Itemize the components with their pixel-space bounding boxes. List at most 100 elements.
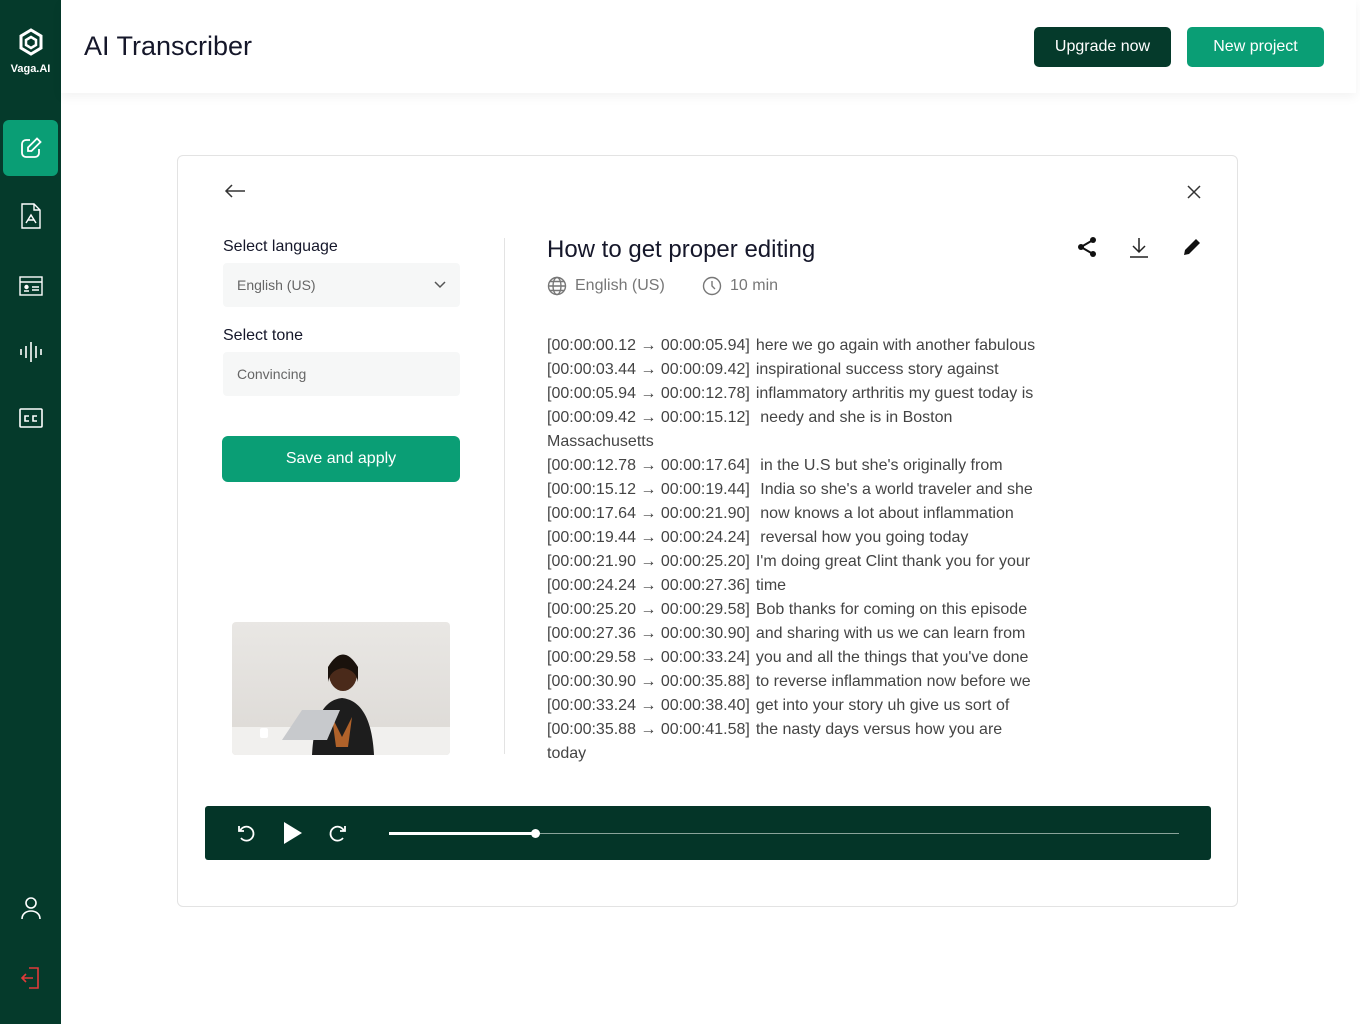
transcript-line: [00:00:35.88 → 00:00:41.58] the nasty day… <box>547 718 1035 742</box>
transcript-line: [00:00:00.12 → 00:00:05.94] here we go ag… <box>547 334 1035 358</box>
line-text: India so she's a world traveler and she <box>755 481 1033 498</box>
timestamp[interactable]: [00:00:27.36 → 00:00:30.90] <box>547 622 750 646</box>
transcript-line: [00:00:29.58 → 00:00:33.24] you and all t… <box>547 646 1035 670</box>
sidebar-item-pdf[interactable] <box>3 188 58 244</box>
transcript-body: [00:00:00.12 → 00:00:05.94] here we go ag… <box>547 334 1035 766</box>
transcript-line: [00:00:15.12 → 00:00:19.44] India so she… <box>547 478 1035 502</box>
waveform-icon <box>19 342 42 362</box>
pencil-icon[interactable] <box>1181 236 1203 258</box>
edit-icon <box>20 137 42 158</box>
sidebar-item-editor[interactable] <box>3 120 58 176</box>
panel-divider <box>504 238 505 754</box>
line-text: inspirational success story against <box>755 361 999 378</box>
user-icon <box>20 897 41 920</box>
transcript-line: [00:00:05.94 → 00:00:12.78] inflammatory … <box>547 382 1035 406</box>
person-with-laptop-image <box>232 654 450 755</box>
rewind-icon[interactable] <box>236 823 256 843</box>
close-icon[interactable] <box>1187 185 1201 199</box>
line-text: now knows a lot about inflammation <box>755 505 1014 522</box>
transcript-line: [00:00:17.64 → 00:00:21.90] now knows a … <box>547 502 1035 526</box>
back-arrow-icon[interactable] <box>224 184 246 198</box>
sidebar-item-captions[interactable] <box>3 390 58 446</box>
timestamp[interactable]: [00:00:12.78 → 00:00:17.64] <box>547 454 750 478</box>
download-icon[interactable] <box>1128 236 1150 258</box>
video-thumbnail[interactable] <box>232 622 450 755</box>
progress-slider[interactable] <box>389 829 1179 838</box>
tone-input-value: Convincing <box>237 366 307 382</box>
transcript-line: [00:00:33.24 → 00:00:38.40] get into your… <box>547 694 1035 718</box>
sidebar-item-id-card[interactable] <box>3 258 58 314</box>
duration-text: 10 min <box>730 277 779 294</box>
line-text: and sharing with us we can learn from <box>755 625 1026 642</box>
timestamp[interactable]: [00:00:25.20 → 00:00:29.58] <box>547 598 750 622</box>
transcript-line: today <box>547 742 1035 766</box>
language-select-value: English (US) <box>237 277 316 293</box>
line-text: time <box>755 577 787 594</box>
transcript-line: Massachusetts <box>547 430 1035 454</box>
language-label: Select language <box>223 238 338 255</box>
timestamp[interactable]: [00:00:29.58 → 00:00:33.24] <box>547 646 750 670</box>
timestamp[interactable]: [00:00:15.12 → 00:00:19.44] <box>547 478 750 502</box>
transcript-language: English (US) <box>547 276 665 296</box>
globe-icon <box>547 276 567 296</box>
timestamp[interactable]: [00:00:19.44 → 00:00:24.24] <box>547 526 750 550</box>
top-header: AI Transcriber Upgrade now New project <box>61 0 1356 93</box>
transcript-line: [00:00:24.24 → 00:00:27.36] time <box>547 574 1035 598</box>
share-icon[interactable] <box>1076 236 1098 258</box>
timestamp[interactable]: [00:00:30.90 → 00:00:35.88] <box>547 670 750 694</box>
timestamp[interactable]: [00:00:33.24 → 00:00:38.40] <box>547 694 750 718</box>
sidebar: Vaga.AI <box>0 0 61 1024</box>
page-title: AI Transcriber <box>84 31 253 61</box>
line-text: to reverse inflammation now before we <box>755 673 1031 690</box>
sidebar-item-profile[interactable] <box>3 880 58 936</box>
brand-logo[interactable]: Vaga.AI <box>0 28 61 75</box>
transcript-line: [00:00:25.20 → 00:00:29.58] Bob thanks fo… <box>547 598 1035 622</box>
line-text: reversal how you going today <box>755 529 969 546</box>
line-text: I'm doing great Clint thank you for your <box>755 553 1031 570</box>
timestamp[interactable]: [00:00:09.42 → 00:00:15.12] <box>547 406 750 430</box>
timestamp[interactable]: [00:00:24.24 → 00:00:27.36] <box>547 574 750 598</box>
transcript-duration: 10 min <box>702 276 778 296</box>
sidebar-item-audio[interactable] <box>3 324 58 380</box>
sidebar-item-logout[interactable] <box>3 950 58 1006</box>
timestamp[interactable]: [00:00:21.90 → 00:00:25.20] <box>547 550 750 574</box>
transcript-card: Select language English (US) Select tone… <box>177 155 1238 907</box>
save-and-apply-button[interactable]: Save and apply <box>222 436 460 482</box>
logout-icon <box>20 967 39 989</box>
timestamp[interactable]: [00:00:03.44 → 00:00:09.42] <box>547 358 750 382</box>
line-text: inflammatory arthritis my guest today is <box>755 385 1034 402</box>
transcript-line: [00:00:27.36 → 00:00:30.90] and sharing w… <box>547 622 1035 646</box>
pdf-icon <box>20 203 41 229</box>
language-text: English (US) <box>575 277 665 294</box>
line-text: Bob thanks for coming on this episode <box>755 601 1028 618</box>
line-text: you and all the things that you've done <box>755 649 1029 666</box>
tone-input[interactable]: Convincing <box>223 352 460 396</box>
closed-caption-icon <box>18 408 43 428</box>
forward-icon[interactable] <box>328 823 348 843</box>
chevron-down-icon <box>434 281 446 289</box>
line-text: here we go again with another fabulous <box>755 337 1036 354</box>
transcript-line: [00:00:09.42 → 00:00:15.12] needy and sh… <box>547 406 1035 430</box>
progress-handle[interactable] <box>531 829 541 838</box>
line-text: get into your story uh give us sort of <box>755 697 1010 714</box>
transcript-title: How to get proper editing <box>547 236 816 263</box>
transcript-line: [00:00:19.44 → 00:00:24.24] reversal how… <box>547 526 1035 550</box>
timestamp[interactable]: [00:00:05.94 → 00:00:12.78] <box>547 382 750 406</box>
progress-fill <box>389 832 536 835</box>
hexagon-logo-icon <box>19 28 42 56</box>
transcript-line: [00:00:30.90 → 00:00:35.88] to reverse in… <box>547 670 1035 694</box>
play-icon[interactable] <box>283 821 303 845</box>
language-select[interactable]: English (US) <box>223 263 460 307</box>
tone-label: Select tone <box>223 327 304 344</box>
timestamp[interactable]: [00:00:00.12 → 00:00:05.94] <box>547 334 750 358</box>
timestamp[interactable]: [00:00:17.64 → 00:00:21.90] <box>547 502 750 526</box>
timestamp[interactable]: [00:00:35.88 → 00:00:41.58] <box>547 718 750 742</box>
line-text: Massachusetts <box>547 433 654 450</box>
transcript-line: [00:00:21.90 → 00:00:25.20] I'm doing gre… <box>547 550 1035 574</box>
new-project-button[interactable]: New project <box>1187 27 1324 67</box>
transcript-line: [00:00:12.78 → 00:00:17.64] in the U.S b… <box>547 454 1035 478</box>
id-card-icon <box>18 276 43 296</box>
upgrade-now-button[interactable]: Upgrade now <box>1034 27 1171 67</box>
audio-player <box>205 806 1211 860</box>
line-text: needy and she is in Boston <box>755 409 953 426</box>
